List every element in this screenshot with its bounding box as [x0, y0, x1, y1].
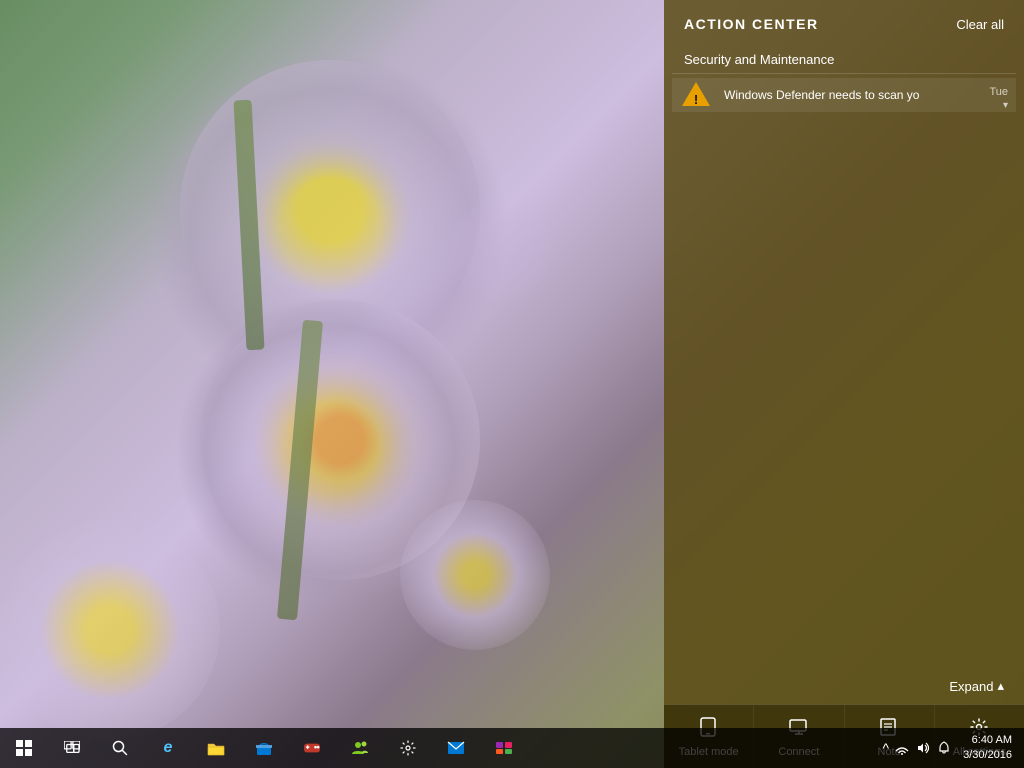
expand-button[interactable]: Expand ▴ — [664, 668, 1024, 704]
notification-defender[interactable]: ! Windows Defender needs to scan yo Tue … — [672, 78, 1016, 112]
store-button[interactable] — [240, 728, 288, 768]
section-separator — [672, 73, 1016, 74]
taskbar-left: e — [0, 728, 874, 768]
notification-meta: Tue ▾ — [989, 86, 1008, 111]
system-tray: ^ — [882, 740, 951, 756]
chevron-up-icon: ▴ — [997, 678, 1004, 694]
edge-button[interactable]: e — [144, 728, 192, 768]
start-button[interactable] — [0, 728, 48, 768]
tray-chevron-icon[interactable]: ^ — [882, 740, 889, 756]
mail-button[interactable] — [432, 728, 480, 768]
warning-exclaim-mark: ! — [694, 93, 698, 106]
taskbar: e — [0, 728, 1024, 768]
clock-time: 6:40 AM — [972, 733, 1012, 748]
notification-text: Windows Defender needs to scan yo — [724, 88, 1008, 102]
task-view-button[interactable] — [48, 728, 96, 768]
extra-app-button[interactable] — [480, 728, 528, 768]
settings-taskbar-button[interactable] — [384, 728, 432, 768]
expand-label: Expand — [949, 679, 993, 694]
action-center-panel: ACTION CENTER Clear all Security and Mai… — [664, 0, 1024, 768]
taskbar-right: ^ 6:40 AM 3/30/2016 — [874, 728, 1024, 768]
notification-time: Tue — [989, 86, 1008, 98]
clock-date: 3/30/2016 — [963, 748, 1012, 763]
people-button[interactable] — [336, 728, 384, 768]
network-icon — [895, 741, 909, 755]
warning-icon: ! — [682, 82, 710, 108]
action-center-title: ACTION CENTER — [684, 16, 819, 32]
notifications-list: Security and Maintenance ! Windows Defen… — [664, 44, 1024, 668]
chevron-down-icon: ▾ — [1003, 100, 1008, 111]
system-clock[interactable]: 6:40 AM 3/30/2016 — [959, 733, 1016, 764]
clear-all-button[interactable]: Clear all — [956, 17, 1004, 32]
section-security-maintenance: Security and Maintenance — [664, 44, 1024, 73]
file-explorer-button[interactable] — [192, 728, 240, 768]
game-button[interactable] — [288, 728, 336, 768]
action-center-header: ACTION CENTER Clear all — [664, 0, 1024, 44]
notification-tray-icon — [937, 741, 951, 755]
notification-content: Windows Defender needs to scan yo — [720, 78, 1016, 112]
notification-icon-area: ! — [672, 78, 720, 112]
speaker-icon — [915, 741, 931, 755]
search-button[interactable] — [96, 728, 144, 768]
